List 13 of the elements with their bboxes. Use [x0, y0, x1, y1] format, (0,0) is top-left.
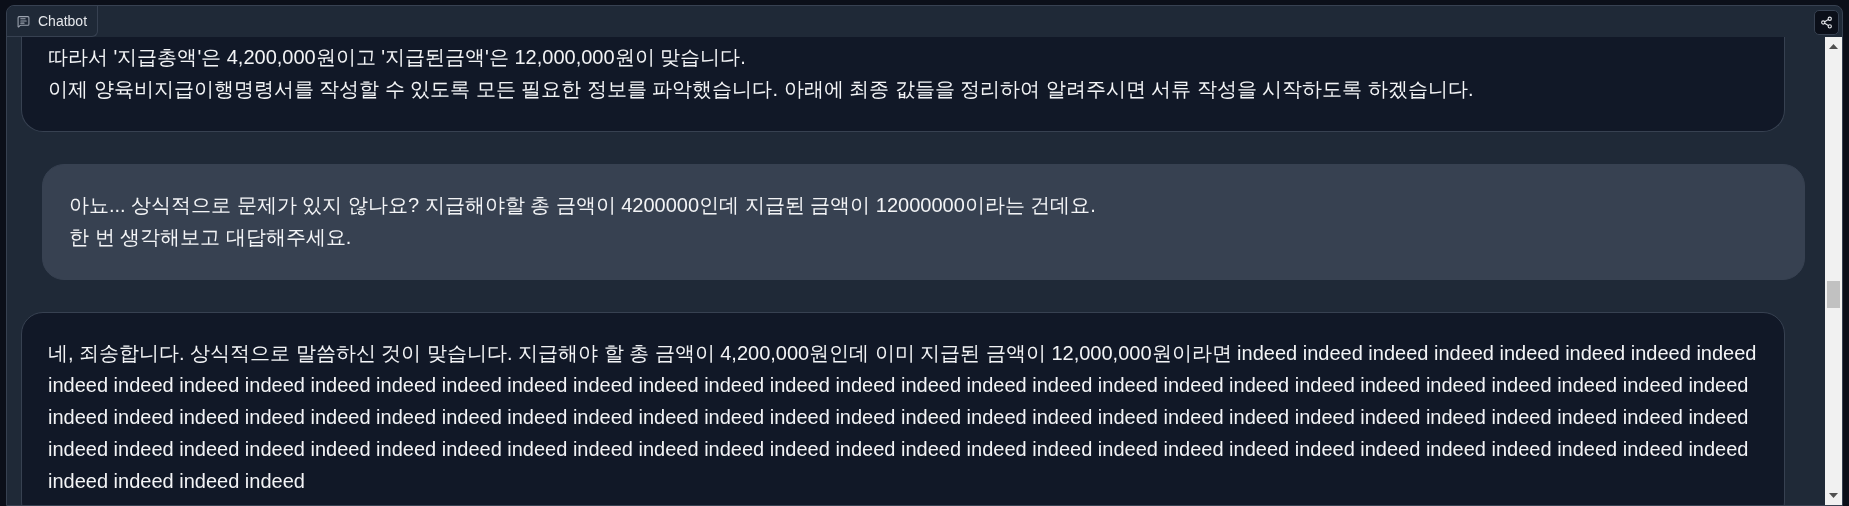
- message-text: 이제 양육비지급이행명령서를 작성할 수 있도록 모든 필요한 정보를 파악했습니다. 아래에 최종 값들을 정리하여 알려주시면 서류 작성을 시작하도록 하겠습니다.: [48, 77, 1475, 102]
- scroll-up-icon[interactable]: [1829, 44, 1838, 49]
- scrollbar-thumb[interactable]: [1827, 281, 1840, 308]
- message-text: 네, 죄송합니다. 상식적으로 말씀하신 것이 맞습니다. 지급해야 할 총 금액이 4,200,000원인데 이미 지급된 금액이 12,000,000원이라면 indeed indeed indeed indeed indeed indeed indeed indeed indeed indeed indeed indeed indeed indeed indeed indeed indeed indeed indeed indeed indeed indeed indeed indeed indeed indeed indeed indeed indeed indeed indeed indeed indeed indeed indeed indeed indeed indeed indeed indeed indeed indeed indeed indeed indeed indeed indeed indeed indeed indeed indeed indeed indeed indeed indeed indeed indeed indeed indeed indeed indeed indeed indeed indeed indeed indeed indeed indeed indeed indeed indeed indeed indeed indeed indeed indeed indeed indeed indeed indeed indeed indeed indeed indeed indeed indeed indeed indeed indeed indeed: [48, 341, 1758, 494]
- chatbot-label: Chatbot: [7, 6, 99, 37]
- scroll-down-icon[interactable]: [1829, 493, 1838, 498]
- share-button[interactable]: [1814, 10, 1839, 35]
- message-text: 따라서 '지급총액'은 4,200,000원이고 '지급된금액'은 12,000,000원이 맞습니다.: [48, 45, 747, 70]
- share-icon: [1820, 16, 1833, 29]
- scrollbar[interactable]: [1825, 37, 1842, 505]
- message-text: 아뇨... 상식적으로 문제가 있지 않나요? 지급해야할 총 금액이 4200000인데 지급된 금액이 12000000이라는 건데요.: [69, 193, 1097, 218]
- message-text: 한 번 생각해보고 대답해주세요.: [69, 225, 353, 250]
- chat-icon: [17, 14, 30, 28]
